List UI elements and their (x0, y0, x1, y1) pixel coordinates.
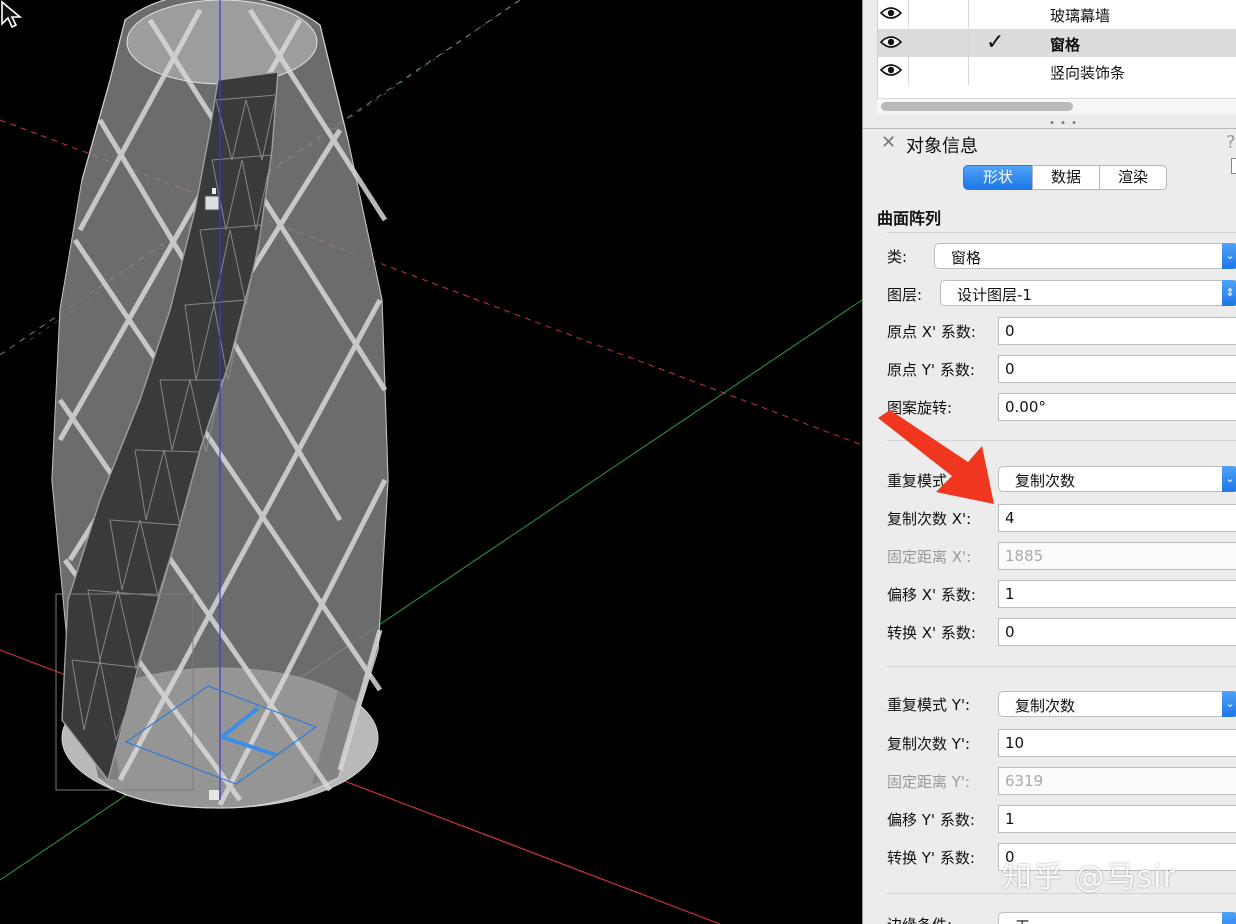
chevron-down-icon: ⌄ (1222, 912, 1236, 924)
tab-data[interactable]: 数据 (1032, 165, 1100, 190)
tab-shape[interactable]: 形状 (963, 165, 1033, 190)
transform-y-label: 转换 Y' 系数: (887, 849, 975, 867)
trim-condition-select[interactable]: 无 ⌄ (998, 912, 1236, 924)
transform-x-field[interactable]: 0 (998, 618, 1236, 646)
fixed-distance-x-label: 固定距离 X': (887, 548, 972, 566)
chevron-down-icon: ⌄ (1222, 243, 1236, 269)
class-row-selected[interactable]: ✓ 窗格 (878, 29, 1236, 57)
repeat-mode-x-select[interactable]: 复制次数 ⌄ (998, 466, 1236, 492)
3d-viewport[interactable] (0, 0, 862, 924)
class-name: 竖向装饰条 (1050, 64, 1126, 82)
object-type-title: 曲面阵列 (877, 209, 942, 228)
class-row[interactable]: 玻璃幕墙 (878, 0, 1236, 28)
layer-select-value: 设计图层-1 (957, 286, 1032, 304)
offset-x-label: 偏移 X' 系数: (887, 586, 976, 604)
scene-canvas[interactable] (0, 0, 862, 924)
transform-x-label: 转换 X' 系数: (887, 624, 976, 642)
class-select-value: 窗格 (951, 249, 982, 267)
eye-icon[interactable] (880, 63, 902, 77)
offset-x-field[interactable]: 1 (998, 580, 1236, 608)
fixed-distance-x-field: 1885 (998, 542, 1236, 570)
repeat-mode-y-label: 重复模式 Y': (887, 696, 971, 714)
offset-y-field[interactable]: 1 (998, 805, 1236, 833)
class-label: 类: (887, 248, 908, 266)
chevron-down-icon: ⌄ (1222, 691, 1236, 717)
class-row[interactable]: 竖向装饰条 (878, 57, 1236, 85)
repeat-mode-y-select[interactable]: 复制次数 ⌄ (998, 691, 1236, 717)
class-select[interactable]: 窗格 ⌄ (934, 243, 1236, 269)
watermark: 知乎 @马sir (1002, 860, 1176, 895)
copies-x-label: 复制次数 X': (887, 510, 972, 528)
divider (887, 666, 1236, 667)
eye-icon[interactable] (880, 35, 902, 49)
class-name: 玻璃幕墙 (1050, 7, 1111, 25)
origin-y-field[interactable]: 0 (998, 355, 1236, 383)
palette-option-box[interactable] (1231, 158, 1236, 174)
scrollbar-thumb[interactable] (881, 102, 1073, 111)
app-window: 玻璃幕墙 ✓ 窗格 竖向装饰条 • • • ✕ 对象信息 ? 形状 数据 渲染 … (0, 0, 1236, 924)
horizontal-scrollbar[interactable] (877, 98, 1236, 114)
check-mark-icon[interactable]: ✓ (986, 30, 1004, 55)
offset-y-label: 偏移 Y' 系数: (887, 811, 975, 829)
eye-icon[interactable] (880, 6, 902, 20)
copies-y-field[interactable]: 10 (998, 729, 1236, 757)
palette-title: 对象信息 (906, 136, 978, 157)
class-list: 玻璃幕墙 ✓ 窗格 竖向装饰条 (877, 0, 1236, 98)
origin-y-label: 原点 Y' 系数: (887, 361, 975, 379)
origin-handle (209, 790, 219, 800)
resize-grip[interactable]: • • • (1049, 119, 1078, 129)
layer-select[interactable]: 设计图层-1 ⇕ (940, 280, 1236, 306)
chevron-down-icon: ⌄ (1222, 466, 1236, 492)
chevron-updown-icon: ⇕ (1222, 280, 1236, 306)
repeat-mode-x-value: 复制次数 (1015, 472, 1076, 490)
trim-condition-label: 边缘条件: (887, 914, 952, 924)
repeat-mode-y-value: 复制次数 (1015, 697, 1076, 715)
origin-x-label: 原点 X' 系数: (887, 323, 976, 341)
fixed-distance-y-label: 固定距离 Y': (887, 773, 971, 791)
pattern-rotation-field[interactable]: 0.00° (998, 393, 1236, 421)
class-name: 窗格 (1050, 36, 1081, 54)
copies-y-label: 复制次数 Y': (887, 735, 971, 753)
annotation-arrow-icon (878, 410, 994, 504)
object-info-header: ✕ 对象信息 ? (863, 128, 1236, 158)
origin-x-field[interactable]: 0 (998, 317, 1236, 345)
layer-label: 图层: (887, 286, 923, 304)
fixed-distance-y-field: 6319 (998, 767, 1236, 795)
divider (887, 232, 1236, 233)
selection-marker (204, 195, 220, 211)
close-icon[interactable]: ✕ (881, 132, 896, 153)
trim-condition-value: 无 (1015, 918, 1030, 924)
help-icon[interactable]: ? (1226, 132, 1236, 153)
tab-render[interactable]: 渲染 (1099, 165, 1167, 190)
copies-x-field[interactable]: 4 (998, 504, 1236, 532)
mouse-pointer-icon (1, 0, 23, 29)
